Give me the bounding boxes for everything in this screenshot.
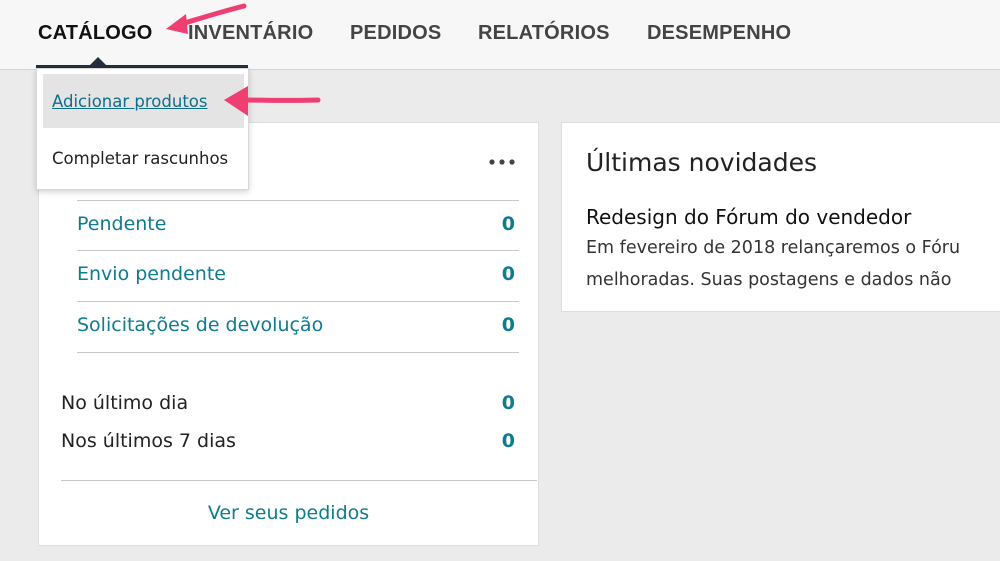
top-navigation: CATÁLOGO INVENTÁRIO PEDIDOS RELATÓRIOS D… <box>0 0 1000 70</box>
orders-pending-count: 0 <box>501 213 515 235</box>
orders-shipping-pending-count: 0 <box>501 263 515 285</box>
orders-returns-link[interactable]: Solicitações de devolução <box>77 314 323 336</box>
tab-desempenho[interactable]: DESEMPENHO <box>647 22 791 45</box>
period-last-day-label: No último dia <box>61 392 189 414</box>
tab-inventario[interactable]: INVENTÁRIO <box>188 22 313 45</box>
view-orders-link[interactable]: Ver seus pedidos <box>38 502 539 524</box>
tab-relatorios[interactable]: RELATÓRIOS <box>478 22 610 45</box>
menu-item-label: Completar rascunhos <box>52 149 229 168</box>
news-text-line: melhoradas. Suas postagens e dados não <box>586 270 952 290</box>
period-last-7-days-label: Nos últimos 7 dias <box>61 430 236 452</box>
news-headline[interactable]: Redesign do Fórum do vendedor <box>586 205 911 229</box>
table-row: Envio pendente 0 <box>77 251 519 302</box>
news-text-line: Em fevereiro de 2018 relançaremos o Fóru <box>586 238 961 258</box>
tab-pedidos[interactable]: PEDIDOS <box>350 22 441 45</box>
table-row: Pendente 0 <box>77 200 519 251</box>
table-row: Solicitações de devolução 0 <box>77 302 519 353</box>
period-last-day-count: 0 <box>501 392 515 414</box>
orders-pending-link[interactable]: Pendente <box>77 213 166 235</box>
menu-item-complete-drafts[interactable]: Completar rascunhos <box>43 131 244 185</box>
list-item: No último dia 0 <box>61 390 519 420</box>
period-last-7-days-count: 0 <box>501 430 515 452</box>
menu-item-label: Adicionar produtos <box>52 92 208 111</box>
menu-item-add-products[interactable]: Adicionar produtos <box>43 74 244 128</box>
card-divider <box>61 480 537 481</box>
news-card: Últimas novidades Redesign do Fórum do v… <box>561 122 1000 312</box>
list-item: Nos últimos 7 dias 0 <box>61 428 519 458</box>
orders-shipping-pending-link[interactable]: Envio pendente <box>77 263 226 285</box>
catalog-dropdown-menu: Adicionar produtos Completar rascunhos <box>36 68 249 190</box>
news-card-title: Últimas novidades <box>586 148 817 177</box>
tab-catalogo[interactable]: CATÁLOGO <box>38 22 153 45</box>
orders-returns-count: 0 <box>501 314 515 336</box>
more-horizontal-icon[interactable] <box>488 158 520 166</box>
